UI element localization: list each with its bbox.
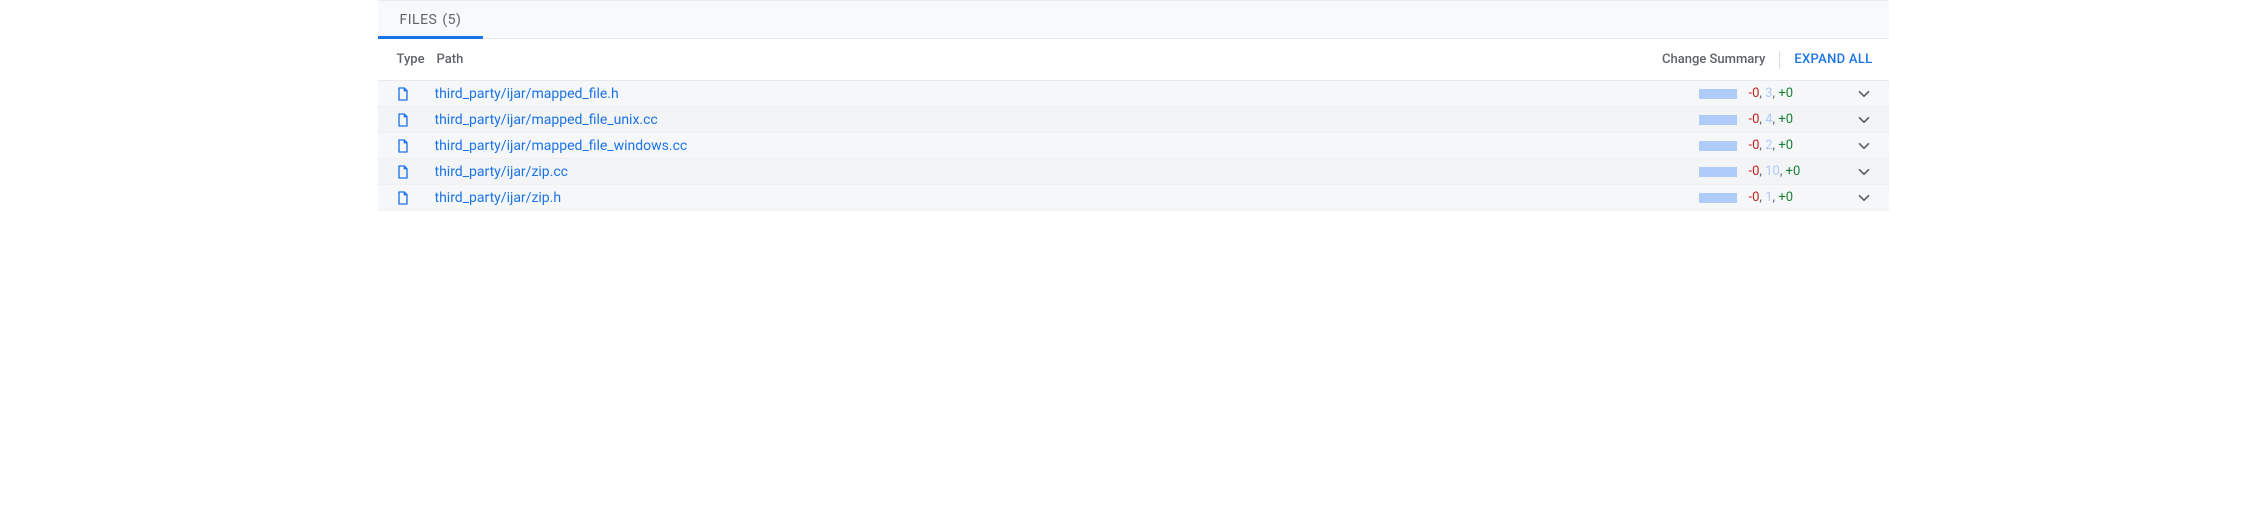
chevron-down-icon bbox=[1855, 189, 1873, 207]
stat-deleted: -0 bbox=[1749, 138, 1760, 153]
stat-inserted: +0 bbox=[1778, 112, 1793, 127]
file-row[interactable]: third_party/ijar/zip.h -0, 1, +0 bbox=[378, 185, 1889, 211]
file-row[interactable]: third_party/ijar/zip.cc -0, 10, +0 bbox=[378, 159, 1889, 185]
file-icon bbox=[395, 162, 411, 182]
header-divider bbox=[1779, 51, 1780, 69]
stat-modified: 3 bbox=[1765, 86, 1772, 101]
diff-bar bbox=[1677, 89, 1737, 99]
header-change-summary: Change Summary bbox=[1620, 52, 1765, 67]
tab-files-label: FILES bbox=[400, 12, 438, 28]
file-list: third_party/ijar/mapped_file.h-0, 3, +0t… bbox=[378, 81, 1889, 211]
expand-row-button[interactable] bbox=[1837, 189, 1873, 207]
file-list-header: Type Path Change Summary EXPAND ALL bbox=[378, 39, 1889, 81]
tab-files-count: (5) bbox=[442, 12, 461, 28]
diff-stats: -0, 4, +0 bbox=[1737, 112, 1837, 127]
header-path: Path bbox=[437, 52, 1621, 67]
stat-deleted: -0 bbox=[1749, 112, 1760, 127]
expand-row-button[interactable] bbox=[1837, 137, 1873, 155]
diff-bar bbox=[1677, 141, 1737, 151]
chevron-down-icon bbox=[1855, 85, 1873, 103]
file-icon bbox=[395, 136, 411, 156]
file-path-link[interactable]: third_party/ijar/mapped_file_unix.cc bbox=[435, 112, 1677, 128]
file-type-cell bbox=[394, 136, 435, 156]
file-row[interactable]: third_party/ijar/mapped_file_windows.cc -… bbox=[378, 133, 1889, 159]
diff-stats: -0, 2, +0 bbox=[1737, 138, 1837, 153]
trailing-space bbox=[378, 211, 1889, 251]
stat-modified: 1 bbox=[1765, 190, 1772, 205]
file-type-cell bbox=[394, 162, 435, 182]
stat-inserted: +0 bbox=[1786, 164, 1801, 179]
file-icon bbox=[395, 188, 411, 208]
file-path-link[interactable]: third_party/ijar/mapped_file.h bbox=[435, 86, 1677, 102]
file-path-link[interactable]: third_party/ijar/zip.h bbox=[435, 190, 1677, 206]
stat-deleted: -0 bbox=[1749, 86, 1760, 101]
file-path-link[interactable]: third_party/ijar/mapped_file_windows.cc bbox=[435, 138, 1677, 154]
tab-bar: FILES (5) bbox=[378, 0, 1889, 39]
chevron-down-icon bbox=[1855, 163, 1873, 181]
stat-deleted: -0 bbox=[1749, 190, 1760, 205]
diff-bar bbox=[1677, 193, 1737, 203]
tab-files[interactable]: FILES (5) bbox=[378, 1, 484, 38]
file-type-cell bbox=[394, 110, 435, 130]
file-row[interactable]: third_party/ijar/mapped_file_unix.cc -0, … bbox=[378, 107, 1889, 133]
file-row[interactable]: third_party/ijar/mapped_file.h -0, 3, +0 bbox=[378, 81, 1889, 107]
chevron-down-icon bbox=[1855, 137, 1873, 155]
diff-stats: -0, 10, +0 bbox=[1737, 164, 1837, 179]
expand-row-button[interactable] bbox=[1837, 163, 1873, 181]
expand-row-button[interactable] bbox=[1837, 85, 1873, 103]
stat-inserted: +0 bbox=[1778, 138, 1793, 153]
stat-modified: 2 bbox=[1765, 138, 1772, 153]
file-path-link[interactable]: third_party/ijar/zip.cc bbox=[435, 164, 1677, 180]
stat-inserted: +0 bbox=[1778, 86, 1793, 101]
file-icon bbox=[395, 110, 411, 130]
stat-inserted: +0 bbox=[1778, 190, 1793, 205]
expand-row-button[interactable] bbox=[1837, 111, 1873, 129]
diff-bar bbox=[1677, 167, 1737, 177]
expand-all-button[interactable]: EXPAND ALL bbox=[1794, 52, 1872, 67]
file-icon bbox=[395, 84, 411, 104]
diff-stats: -0, 3, +0 bbox=[1737, 86, 1837, 101]
stat-modified: 10 bbox=[1765, 164, 1780, 179]
diff-bar bbox=[1677, 115, 1737, 125]
stat-modified: 4 bbox=[1765, 112, 1772, 127]
stat-deleted: -0 bbox=[1749, 164, 1760, 179]
header-type: Type bbox=[394, 52, 437, 67]
diff-stats: -0, 1, +0 bbox=[1737, 190, 1837, 205]
chevron-down-icon bbox=[1855, 111, 1873, 129]
file-type-cell bbox=[394, 84, 435, 104]
file-type-cell bbox=[394, 188, 435, 208]
